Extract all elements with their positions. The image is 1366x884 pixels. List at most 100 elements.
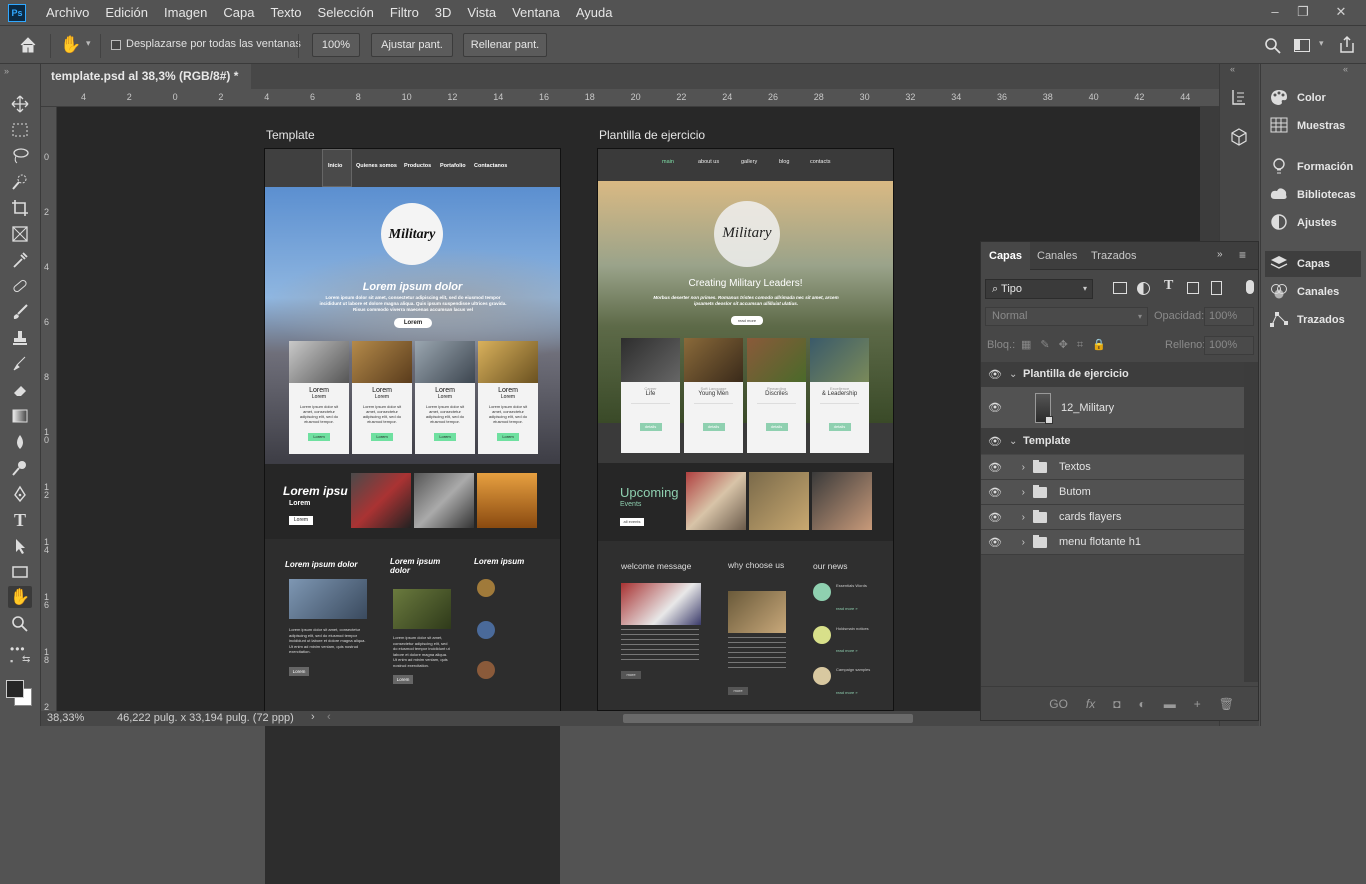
lasso-tool-icon[interactable] bbox=[8, 145, 32, 167]
move-tool-icon[interactable] bbox=[8, 93, 32, 115]
filter-toggle[interactable] bbox=[1246, 280, 1254, 294]
fx-icon[interactable]: fx bbox=[1086, 697, 1095, 711]
type-tool-icon[interactable]: T bbox=[8, 509, 32, 531]
lock-paint-icon[interactable]: ✎ bbox=[1040, 339, 1058, 351]
hand-tool-icon[interactable]: ✋ bbox=[60, 34, 82, 56]
3d-panel-icon[interactable] bbox=[1230, 127, 1248, 147]
lock-all-icon[interactable]: 🔒 bbox=[1092, 339, 1115, 351]
lock-transparent-icon[interactable]: ▦ bbox=[1021, 339, 1040, 351]
panel-channels[interactable]: Canales bbox=[1269, 279, 1339, 305]
filter-kind-select[interactable]: ⌕ Tipo ▾ bbox=[985, 279, 1093, 299]
layers-scrollbar[interactable] bbox=[1244, 362, 1258, 682]
visibility-eye-icon[interactable]: 👁 bbox=[981, 486, 1009, 499]
chevron-down-icon[interactable]: ⌄ bbox=[1009, 436, 1023, 447]
status-menu-icon[interactable]: › bbox=[311, 711, 315, 723]
layer-row[interactable]: 👁 › menu flotante h1 bbox=[981, 530, 1244, 555]
default-colors-icon[interactable]: ▪ bbox=[10, 656, 13, 666]
home-icon[interactable] bbox=[18, 36, 38, 54]
lock-position-icon[interactable]: ✥ bbox=[1059, 339, 1077, 351]
hand-tool-icon[interactable]: ✋ bbox=[8, 586, 32, 608]
tab-trazados[interactable]: Trazados bbox=[1083, 242, 1144, 270]
search-icon[interactable] bbox=[1264, 37, 1282, 55]
tab-capas[interactable]: Capas bbox=[981, 242, 1031, 270]
path-selection-tool-icon[interactable] bbox=[8, 535, 32, 557]
panel-layers[interactable]: Capas bbox=[1269, 251, 1330, 277]
panel-libraries[interactable]: Bibliotecas bbox=[1269, 182, 1356, 208]
scroll-left-icon[interactable]: ‹ bbox=[327, 711, 331, 723]
collapse-icon[interactable]: « bbox=[1343, 64, 1348, 74]
marquee-tool-icon[interactable] bbox=[8, 119, 32, 141]
visibility-eye-icon[interactable]: 👁 bbox=[981, 368, 1009, 381]
link-layers-icon[interactable]: GO bbox=[1049, 697, 1068, 711]
horizontal-scrollbar-thumb[interactable] bbox=[623, 714, 913, 723]
restore-button[interactable]: ❐ bbox=[1290, 3, 1316, 21]
menu-vista[interactable]: Vista bbox=[459, 0, 504, 26]
panel-adjustments[interactable]: Ajustes bbox=[1269, 210, 1337, 236]
zoom-tool-icon[interactable] bbox=[8, 613, 32, 635]
lock-artboard-icon[interactable]: ⌗ bbox=[1077, 339, 1092, 351]
collapse-icon[interactable]: « bbox=[1230, 64, 1235, 74]
new-group-icon[interactable]: ▬ bbox=[1164, 697, 1176, 711]
frame-tool-icon[interactable] bbox=[8, 223, 32, 245]
menu-filtro[interactable]: Filtro bbox=[382, 0, 427, 26]
layer-row[interactable]: 👁 ⌄ Template bbox=[981, 429, 1244, 454]
panel-color[interactable]: Color bbox=[1269, 85, 1326, 111]
visibility-eye-icon[interactable]: 👁 bbox=[981, 536, 1009, 549]
scroll-all-checkbox[interactable] bbox=[111, 40, 121, 50]
filter-shape-icon[interactable] bbox=[1187, 282, 1199, 294]
visibility-eye-icon[interactable]: 👁 bbox=[981, 461, 1009, 474]
collapse-panel-icon[interactable]: » bbox=[1217, 249, 1223, 260]
menu-texto[interactable]: Texto bbox=[262, 0, 309, 26]
eraser-tool-icon[interactable] bbox=[8, 379, 32, 401]
layer-row[interactable]: 👁 12_Military bbox=[981, 387, 1244, 429]
healing-brush-tool-icon[interactable] bbox=[8, 275, 32, 297]
filter-smart-object-icon[interactable] bbox=[1211, 281, 1222, 295]
fill-screen-button[interactable]: Rellenar pant. bbox=[463, 33, 547, 57]
chevron-right-icon[interactable]: › bbox=[1009, 462, 1033, 473]
minimize-button[interactable]: – bbox=[1262, 3, 1288, 21]
visibility-eye-icon[interactable]: 👁 bbox=[981, 435, 1009, 448]
filter-adjustment-icon[interactable] bbox=[1137, 282, 1150, 295]
pen-tool-icon[interactable] bbox=[8, 483, 32, 505]
layer-row[interactable]: 👁 › Textos bbox=[981, 455, 1244, 480]
gradient-tool-icon[interactable] bbox=[8, 405, 32, 427]
chevron-right-icon[interactable]: › bbox=[1009, 487, 1033, 498]
panel-swatches[interactable]: Muestras bbox=[1269, 113, 1345, 139]
menu-ventana[interactable]: Ventana bbox=[504, 0, 568, 26]
chevron-down-icon[interactable]: ▾ bbox=[86, 38, 91, 49]
crop-tool-icon[interactable] bbox=[8, 197, 32, 219]
adjustment-layer-icon[interactable]: ◐ bbox=[1139, 697, 1146, 711]
rectangle-tool-icon[interactable] bbox=[8, 561, 32, 583]
menu-seleccion[interactable]: Selección bbox=[310, 0, 382, 26]
visibility-eye-icon[interactable]: 👁 bbox=[981, 511, 1009, 524]
fit-screen-button[interactable]: Ajustar pant. bbox=[371, 33, 453, 57]
chevron-down-icon[interactable]: ▾ bbox=[1319, 38, 1324, 49]
stamp-tool-icon[interactable] bbox=[8, 327, 32, 349]
chevron-right-icon[interactable]: › bbox=[1009, 537, 1033, 548]
filter-type-icon[interactable]: T bbox=[1164, 278, 1173, 294]
quick-selection-tool-icon[interactable] bbox=[8, 171, 32, 193]
layer-row[interactable]: 👁 › Butom bbox=[981, 480, 1244, 505]
layer-row[interactable]: 👁 ⌄ Plantilla de ejercicio bbox=[981, 362, 1244, 387]
menu-imagen[interactable]: Imagen bbox=[156, 0, 215, 26]
menu-edicion[interactable]: Edición bbox=[97, 0, 156, 26]
blur-tool-icon[interactable] bbox=[8, 431, 32, 453]
menu-ayuda[interactable]: Ayuda bbox=[568, 0, 621, 26]
tab-canales[interactable]: Canales bbox=[1029, 242, 1085, 270]
foreground-color-swatch[interactable] bbox=[6, 680, 24, 698]
history-panel-icon[interactable] bbox=[1230, 87, 1248, 107]
swap-colors-icon[interactable]: ⇆ bbox=[22, 654, 30, 665]
visibility-eye-icon[interactable]: 👁 bbox=[981, 401, 1009, 414]
add-mask-icon[interactable]: ◘ bbox=[1113, 697, 1120, 711]
menu-3d[interactable]: 3D bbox=[427, 0, 460, 26]
chevron-right-icon[interactable]: › bbox=[1009, 512, 1033, 523]
zoom-100-button[interactable]: 100% bbox=[312, 33, 360, 57]
dodge-tool-icon[interactable] bbox=[8, 457, 32, 479]
menu-capa[interactable]: Capa bbox=[215, 0, 262, 26]
delete-layer-icon[interactable]: 🗑 bbox=[1219, 697, 1234, 711]
new-layer-icon[interactable]: + bbox=[1194, 697, 1201, 711]
zoom-level[interactable]: 38,33% bbox=[47, 712, 84, 724]
history-brush-tool-icon[interactable] bbox=[8, 353, 32, 375]
document-tab[interactable]: template.psd al 38,3% (RGB/8#) * × bbox=[41, 64, 251, 108]
panel-menu-icon[interactable]: ≡ bbox=[1239, 248, 1246, 262]
